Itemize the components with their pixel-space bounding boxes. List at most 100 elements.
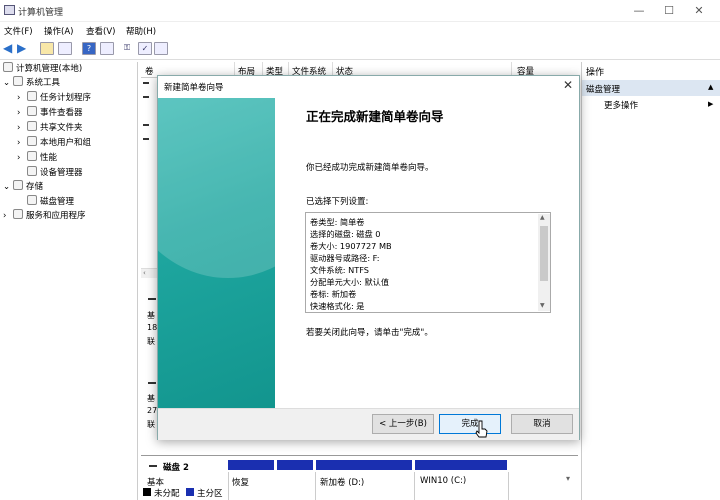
- expand-icon[interactable]: ›: [3, 209, 13, 223]
- scroll-thumb[interactable]: [540, 226, 548, 281]
- computer-icon: [3, 62, 13, 72]
- wizard-banner: [158, 98, 275, 408]
- tree-item-disk-management[interactable]: 磁盘管理: [27, 195, 74, 209]
- legend-primary-swatch: [186, 488, 194, 496]
- expand-icon[interactable]: ›: [17, 121, 27, 135]
- help-icon[interactable]: ?: [82, 42, 96, 55]
- volume-bar[interactable]: [228, 460, 274, 470]
- storage-icon: [13, 180, 23, 190]
- toolbar: ◀ ▶ ? ⚿ ✓: [0, 38, 720, 60]
- expand-icon[interactable]: ›: [17, 151, 27, 165]
- back-arrow-icon[interactable]: ◀: [3, 41, 12, 55]
- volume-bar[interactable]: [277, 460, 313, 470]
- disk-name[interactable]: 磁盘 2: [163, 461, 189, 473]
- volume-win10-c[interactable]: WIN10 (C:): [420, 476, 466, 486]
- volume-bar[interactable]: [415, 460, 507, 470]
- services-icon: [13, 209, 23, 219]
- tree-item-task-scheduler[interactable]: › 任务计划程序: [17, 91, 91, 105]
- wizard-done-text: 你已经成功完成新建简单卷向导。: [306, 163, 434, 173]
- scroll-down-icon[interactable]: ▼: [540, 302, 545, 309]
- disk-icon: [27, 195, 37, 205]
- setting-item: 快速格式化: 是: [310, 301, 365, 311]
- list-item-marker[interactable]: [143, 96, 149, 98]
- tree-label: 服务和应用程序: [26, 211, 86, 221]
- forward-arrow-icon[interactable]: ▶: [17, 41, 26, 55]
- divider: [228, 472, 229, 500]
- wizard-close-icon[interactable]: ✕: [563, 78, 573, 92]
- volume-new-d[interactable]: 新加卷 (D:): [320, 476, 364, 488]
- tree-label: 磁盘管理: [40, 197, 75, 207]
- tree-item-computer-management[interactable]: 计算机管理(本地): [3, 62, 82, 76]
- menu-file[interactable]: 文件(F): [4, 25, 33, 37]
- tree-label: 事件查看器: [40, 108, 83, 118]
- disk-marker: [148, 298, 156, 300]
- tree-item-performance[interactable]: › 性能: [17, 151, 57, 165]
- disk-state-label: 联: [147, 337, 155, 346]
- cancel-button[interactable]: 取消: [511, 414, 573, 434]
- tree-item-storage[interactable]: ⌄ 存储: [3, 180, 43, 194]
- submenu-arrow-icon[interactable]: ▶: [708, 100, 713, 108]
- tree-label: 性能: [40, 153, 58, 163]
- divider: [414, 472, 415, 500]
- expand-icon[interactable]: ›: [17, 136, 27, 150]
- show-hide-tree-icon[interactable]: [58, 42, 72, 55]
- legend-unallocated: 未分配: [154, 489, 180, 499]
- tools-icon: [13, 76, 23, 86]
- app-icon: [4, 5, 15, 15]
- checklist-icon[interactable]: ✓: [138, 42, 152, 55]
- setting-item: 卷标: 新加卷: [310, 289, 357, 299]
- expand-icon[interactable]: ⌄: [3, 180, 13, 194]
- list-item-marker[interactable]: [143, 82, 149, 84]
- action-more[interactable]: 更多操作: [604, 99, 638, 111]
- up-folder-icon[interactable]: [40, 42, 54, 55]
- export-list-icon[interactable]: [154, 42, 168, 55]
- expand-icon[interactable]: ⌄: [3, 76, 13, 90]
- minimize-button[interactable]: —: [624, 0, 654, 22]
- tree-label: 任务计划程序: [40, 93, 92, 103]
- menu-help[interactable]: 帮助(H): [126, 25, 156, 37]
- wizard-footer: < 上一步(B) 完成 取消: [158, 408, 579, 440]
- close-button[interactable]: ✕: [684, 0, 714, 22]
- expand-icon[interactable]: ›: [17, 106, 27, 120]
- settings-scrollbar[interactable]: ▲ ▼: [538, 214, 550, 311]
- finish-button[interactable]: 完成: [439, 414, 501, 434]
- tree-item-shared-folders[interactable]: › 共享文件夹: [17, 121, 83, 135]
- column-volume[interactable]: 卷: [145, 65, 154, 77]
- legend-unallocated-swatch: [143, 488, 151, 496]
- scroll-up-icon[interactable]: ▲: [540, 214, 545, 221]
- maximize-button[interactable]: ☐: [654, 0, 684, 22]
- list-item-marker[interactable]: [143, 124, 149, 126]
- menu-bar: 文件(F) 操作(A) 查看(V) 帮助(H): [0, 22, 720, 38]
- action-disk-management[interactable]: 磁盘管理 ▲: [582, 80, 720, 96]
- tree-item-services-apps[interactable]: › 服务和应用程序: [3, 209, 86, 223]
- title-bar: 计算机管理 — ☐ ✕: [0, 0, 720, 22]
- menu-action[interactable]: 操作(A): [44, 25, 73, 37]
- tree-item-system-tools[interactable]: ⌄ 系统工具: [3, 76, 60, 90]
- volume-bar[interactable]: [316, 460, 412, 470]
- scroll-left-icon[interactable]: ‹: [143, 269, 146, 277]
- disk-marker: [149, 465, 157, 467]
- settings-list[interactable]: 卷类型: 简单卷 选择的磁盘: 磁盘 0 卷大小: 1907727 MB 驱动器…: [305, 212, 551, 313]
- disk-type-label: 基: [147, 311, 155, 320]
- wizard-title: 新建简单卷向导: [164, 83, 224, 93]
- list-item-marker[interactable]: [143, 138, 149, 140]
- menu-view[interactable]: 查看(V): [86, 25, 115, 37]
- setting-item: 分配单元大小: 默认值: [310, 277, 390, 287]
- collapse-icon[interactable]: ▲: [708, 83, 713, 91]
- tree-item-local-users[interactable]: › 本地用户和组: [17, 136, 91, 150]
- expand-icon[interactable]: ›: [17, 91, 27, 105]
- tree-label: 系统工具: [26, 78, 61, 88]
- properties-icon[interactable]: [100, 42, 114, 55]
- back-button[interactable]: < 上一步(B): [372, 414, 434, 434]
- actions-pane: 操作 磁盘管理 ▲ 更多操作 ▶: [581, 62, 720, 500]
- tree-label: 计算机管理(本地): [16, 64, 83, 74]
- volume-recovery[interactable]: 恢复: [232, 476, 249, 488]
- event-log-icon: [27, 106, 37, 116]
- new-simple-volume-wizard: 新建简单卷向导 ✕ 正在完成新建简单卷向导 你已经成功完成新建简单卷向导。 已选…: [157, 75, 580, 440]
- clock-icon: [27, 91, 37, 101]
- divider: [315, 472, 316, 500]
- tree-item-device-manager[interactable]: 设备管理器: [27, 166, 83, 180]
- tree-item-event-viewer[interactable]: › 事件查看器: [17, 106, 83, 120]
- connect-icon[interactable]: ⚿: [120, 42, 134, 55]
- scroll-down-icon[interactable]: ▾: [566, 474, 570, 483]
